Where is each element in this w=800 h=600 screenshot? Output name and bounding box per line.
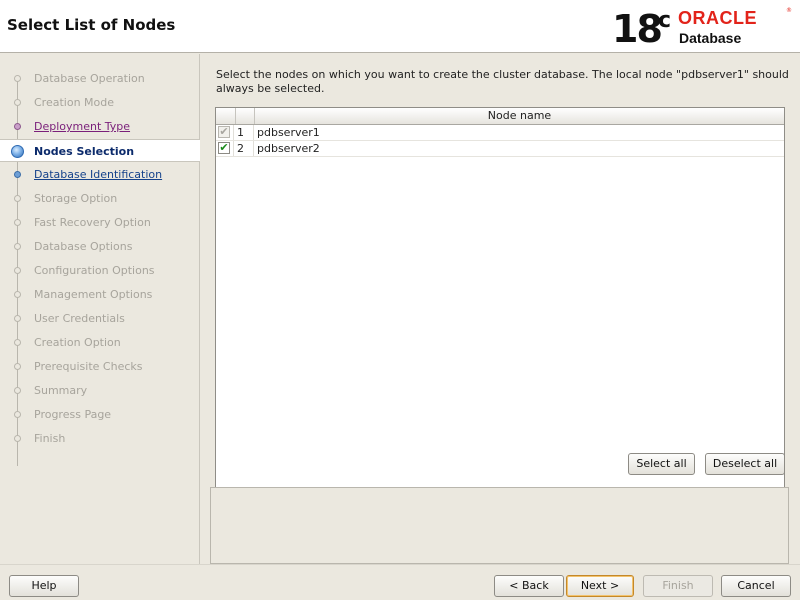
step-dot-icon	[14, 339, 21, 346]
column-divider	[233, 141, 234, 156]
nodes-table: Node name ✔ 1 pdbserver1 ✔ 2 pdbserver2	[215, 107, 785, 496]
table-row[interactable]: ✔ 1 pdbserver1	[216, 125, 784, 141]
node-checkbox-pdbserver2[interactable]: ✔	[218, 142, 230, 154]
column-header-index	[236, 108, 255, 124]
sidebar-item-label: Configuration Options	[34, 264, 155, 277]
sidebar-item-label: Prerequisite Checks	[34, 360, 143, 373]
sidebar-item-label[interactable]: Database Identification	[34, 163, 162, 186]
next-button[interactable]: Next >	[566, 575, 634, 597]
sidebar-item-prerequisite-checks: Prerequisite Checks	[0, 355, 200, 378]
row-index: 2	[237, 142, 244, 155]
current-step-icon	[11, 145, 24, 158]
cancel-button[interactable]: Cancel	[721, 575, 791, 597]
header-bar: Select List of Nodes 18 c ORACLE ® Datab…	[0, 0, 800, 53]
sidebar-item-label: Fast Recovery Option	[34, 216, 151, 229]
main-panel: Select the nodes on which you want to cr…	[200, 54, 800, 564]
column-divider	[253, 141, 254, 156]
sidebar-item-configuration-options: Configuration Options	[0, 259, 200, 282]
sidebar-item-label: Creation Option	[34, 336, 121, 349]
sidebar-item-deployment-type[interactable]: Deployment Type	[0, 115, 200, 138]
step-dot-icon	[14, 99, 21, 106]
wizard-steps-sidebar: Database Operation Creation Mode Deploym…	[0, 54, 200, 564]
step-dot-icon	[14, 195, 21, 202]
table-row[interactable]: ✔ 2 pdbserver2	[216, 141, 784, 157]
sidebar-item-database-options: Database Options	[0, 235, 200, 258]
sidebar-item-label: Storage Option	[34, 192, 118, 205]
column-header-node-name[interactable]: Node name	[255, 108, 784, 124]
step-dot-icon	[14, 291, 21, 298]
sidebar-item-progress-page: Progress Page	[0, 403, 200, 426]
sidebar-item-label: Management Options	[34, 288, 153, 301]
step-dot-icon	[14, 387, 21, 394]
sidebar-item-creation-option: Creation Option	[0, 331, 200, 354]
logo-version-suffix: c	[658, 8, 672, 33]
node-name-cell: pdbserver2	[257, 142, 320, 155]
sidebar-item-user-credentials: User Credentials	[0, 307, 200, 330]
node-name-cell: pdbserver1	[257, 126, 320, 139]
sidebar-item-fast-recovery-option: Fast Recovery Option	[0, 211, 200, 234]
logo-registered-mark: ®	[786, 7, 792, 14]
sidebar-item-finish: Finish	[0, 427, 200, 450]
step-dot-icon	[14, 435, 21, 442]
select-all-button[interactable]: Select all	[628, 453, 695, 475]
step-dot-icon	[14, 219, 21, 226]
sidebar-item-summary: Summary	[0, 379, 200, 402]
step-dot-icon	[14, 75, 21, 82]
step-dot-icon	[14, 267, 21, 274]
footer-divider	[0, 564, 800, 565]
column-divider	[233, 125, 234, 140]
sidebar-item-storage-option: Storage Option	[0, 187, 200, 210]
logo-product: Database	[679, 30, 742, 46]
deselect-all-button[interactable]: Deselect all	[705, 453, 785, 475]
sidebar-item-label: Finish	[34, 432, 66, 445]
row-index: 1	[237, 126, 244, 139]
table-header: Node name	[216, 108, 784, 125]
help-button[interactable]: Help	[9, 575, 79, 597]
sidebar-item-label: Summary	[34, 384, 88, 397]
sidebar-item-database-identification[interactable]: Database Identification	[0, 163, 200, 186]
column-divider	[253, 125, 254, 140]
step-dot-icon	[14, 243, 21, 250]
finish-button: Finish	[643, 575, 713, 597]
sidebar-item-label: Database Options	[34, 240, 133, 253]
step-dot-icon	[14, 411, 21, 418]
oracle-logo: 18 c ORACLE ® Database	[612, 6, 792, 51]
sidebar-item-label: Nodes Selection	[34, 145, 135, 158]
sidebar-item-database-operation: Database Operation	[0, 67, 200, 90]
step-dot-icon	[14, 363, 21, 370]
column-header-select	[216, 108, 236, 124]
step-dot-icon	[14, 171, 21, 178]
sidebar-item-creation-mode: Creation Mode	[0, 91, 200, 114]
sidebar-item-label[interactable]: Deployment Type	[34, 115, 130, 138]
sidebar-item-management-options: Management Options	[0, 283, 200, 306]
sidebar-item-label: Creation Mode	[34, 96, 115, 109]
sidebar-item-label: Database Operation	[34, 72, 145, 85]
back-button[interactable]: < Back	[494, 575, 564, 597]
logo-version: 18	[612, 7, 663, 51]
instructions-text: Select the nodes on which you want to cr…	[216, 68, 789, 95]
logo-brand: ORACLE	[678, 8, 757, 28]
sidebar-item-label: User Credentials	[34, 312, 125, 325]
step-dot-icon	[14, 123, 21, 130]
sidebar-item-nodes-selection: Nodes Selection	[0, 139, 200, 162]
step-dot-icon	[14, 315, 21, 322]
message-area	[210, 487, 789, 564]
node-checkbox-pdbserver1: ✔	[218, 125, 230, 138]
page-title: Select List of Nodes	[7, 16, 176, 34]
sidebar-item-label: Progress Page	[34, 408, 112, 421]
